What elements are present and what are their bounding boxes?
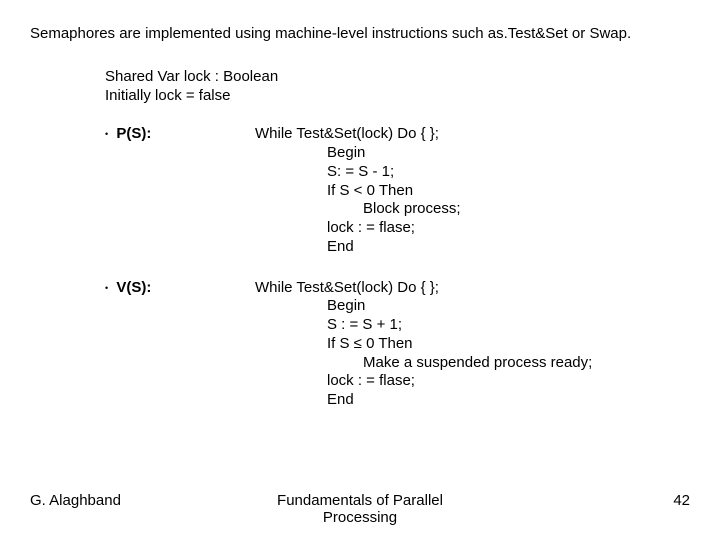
declaration-block: Shared Var lock : Boolean Initially lock…: [105, 68, 690, 106]
v-label: • V(S):: [105, 279, 255, 296]
footer-title-line2: Processing: [180, 509, 540, 526]
p-operation: • P(S): While Test&Set(lock) Do { }; Beg…: [105, 125, 690, 256]
v-action: Make a suspended process ready;: [255, 354, 592, 373]
p-lock: lock : = flase;: [255, 219, 461, 238]
v-while: While Test&Set(lock) Do { };: [255, 279, 592, 298]
v-assign: S : = S + 1;: [255, 316, 592, 335]
v-body: While Test&Set(lock) Do { }; Begin S : =…: [255, 279, 592, 410]
p-if: If S < 0 Then: [255, 182, 461, 201]
p-assign: S: = S - 1;: [255, 163, 461, 182]
v-operation: • V(S): While Test&Set(lock) Do { }; Beg…: [105, 279, 690, 410]
v-begin: Begin: [255, 297, 592, 316]
footer-page-number: 42: [540, 492, 690, 509]
p-body: While Test&Set(lock) Do { }; Begin S: = …: [255, 125, 461, 256]
p-while: While Test&Set(lock) Do { };: [255, 125, 461, 144]
footer: G. Alaghband Fundamentals of Parallel Pr…: [0, 492, 720, 526]
footer-author: G. Alaghband: [30, 492, 180, 509]
p-action: Block process;: [255, 200, 461, 219]
p-begin: Begin: [255, 144, 461, 163]
p-label: • P(S):: [105, 125, 255, 142]
v-if: If S ≤ 0 Then: [255, 335, 592, 354]
v-lock: lock : = flase;: [255, 372, 592, 391]
v-end: End: [255, 391, 592, 410]
footer-title: Fundamentals of Parallel Processing: [180, 492, 540, 526]
v-label-text: V(S):: [116, 279, 151, 296]
p-end: End: [255, 238, 461, 257]
intro-text: Semaphores are implemented using machine…: [30, 25, 690, 44]
decl-line-1: Shared Var lock : Boolean: [105, 68, 690, 87]
footer-title-line1: Fundamentals of Parallel: [180, 492, 540, 509]
p-label-text: P(S):: [116, 125, 151, 142]
decl-line-2: Initially lock = false: [105, 87, 690, 106]
